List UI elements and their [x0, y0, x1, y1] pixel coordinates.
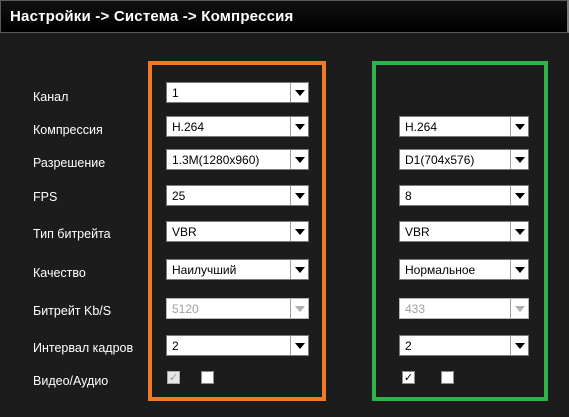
label-frame-interval: Интервал кадров	[33, 341, 134, 355]
main-audio-checkbox[interactable]	[201, 371, 214, 384]
label-channel: Канал	[33, 90, 69, 104]
extra-bitrate-select: 433	[399, 298, 529, 319]
label-fps: FPS	[33, 190, 58, 204]
main-frame-interval-select[interactable]: 2	[166, 335, 309, 356]
chevron-down-icon[interactable]	[510, 186, 528, 205]
extra-bitrate-type-select[interactable]: VBR	[399, 221, 529, 242]
label-resolution: Разрешение	[33, 156, 106, 170]
extra-frame-interval-select[interactable]: 2	[399, 335, 529, 356]
chevron-down-icon	[290, 299, 308, 318]
extra-audio-checkbox[interactable]	[441, 371, 454, 384]
chevron-down-icon[interactable]	[510, 222, 528, 241]
main-fps-value: 25	[172, 189, 186, 203]
extra-fps-select[interactable]: 8	[399, 185, 529, 206]
chevron-down-icon[interactable]	[290, 117, 308, 136]
extra-bitrate-type-value: VBR	[405, 225, 430, 239]
extra-fps-value: 8	[405, 189, 412, 203]
breadcrumb-title: Настройки -> Система -> Компрессия	[10, 8, 294, 25]
chevron-down-icon[interactable]	[510, 336, 528, 355]
extra-resolution-value: D1(704x576)	[405, 153, 475, 167]
chevron-down-icon	[510, 299, 528, 318]
chevron-down-icon[interactable]	[290, 260, 308, 279]
label-video-audio: Видео/Аудио	[33, 374, 109, 388]
chevron-down-icon[interactable]	[510, 117, 528, 136]
main-video-checkbox: ✓	[167, 371, 180, 384]
extra-quality-value: Нормальное	[405, 263, 476, 277]
main-quality-select[interactable]: Наилучший	[166, 259, 309, 280]
main-resolution-select[interactable]: 1.3M(1280x960)	[166, 149, 309, 170]
main-compression-value: H.264	[172, 120, 205, 134]
main-bitrate-select: 5120	[166, 298, 309, 319]
label-bitrate-type: Тип битрейта	[33, 227, 111, 241]
chevron-down-icon[interactable]	[290, 83, 308, 102]
main-bitrate-type-value: VBR	[172, 225, 197, 239]
main-bitrate-type-select[interactable]: VBR	[166, 221, 309, 242]
chevron-down-icon[interactable]	[290, 336, 308, 355]
main-fps-select[interactable]: 25	[166, 185, 309, 206]
compression-settings-panel: Канал Компрессия Разрешение FPS Тип битр…	[0, 33, 569, 417]
chevron-down-icon[interactable]	[290, 186, 308, 205]
extra-resolution-select[interactable]: D1(704x576)	[399, 149, 529, 170]
extra-frame-interval-value: 2	[405, 339, 412, 353]
main-channel-select[interactable]: 1	[166, 82, 309, 103]
main-frame-interval-value: 2	[172, 339, 179, 353]
main-resolution-value: 1.3M(1280x960)	[172, 153, 260, 167]
label-quality: Качество	[33, 266, 86, 280]
window-titlebar: Настройки -> Система -> Компрессия	[0, 0, 569, 33]
label-compression: Компрессия	[33, 123, 103, 137]
main-bitrate-value: 5120	[172, 302, 199, 316]
main-compression-select[interactable]: H.264	[166, 116, 309, 137]
main-channel-value: 1	[172, 86, 179, 100]
extra-compression-select[interactable]: H.264	[399, 116, 529, 137]
chevron-down-icon[interactable]	[510, 260, 528, 279]
extra-compression-value: H.264	[405, 120, 438, 134]
extra-quality-select[interactable]: Нормальное	[399, 259, 529, 280]
chevron-down-icon[interactable]	[290, 150, 308, 169]
main-quality-value: Наилучший	[172, 263, 237, 277]
label-bitrate: Битрейт Kb/S	[33, 304, 112, 318]
chevron-down-icon[interactable]	[510, 150, 528, 169]
chevron-down-icon[interactable]	[290, 222, 308, 241]
extra-bitrate-value: 433	[405, 302, 426, 316]
extra-video-checkbox[interactable]: ✓	[402, 371, 415, 384]
